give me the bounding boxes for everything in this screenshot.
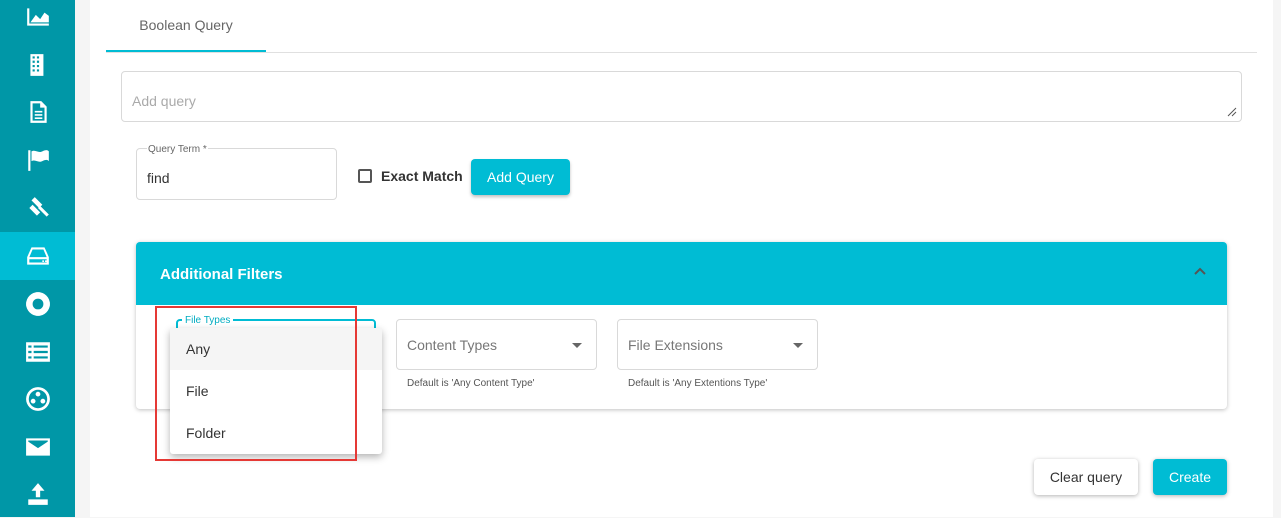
flag-icon — [27, 150, 49, 171]
sidebar-item-legal[interactable] — [0, 184, 75, 232]
sidebar-item-dashboard[interactable] — [0, 0, 75, 41]
sidebar-item-documents[interactable] — [0, 88, 75, 136]
additional-filters-title: Additional Filters — [160, 266, 283, 283]
sidebar-item-storage[interactable] — [0, 232, 75, 280]
exact-match-label[interactable]: Exact Match — [381, 168, 463, 184]
lifebuoy-icon — [25, 292, 50, 316]
upload-icon — [27, 483, 48, 505]
chevron-up-icon[interactable] — [1193, 264, 1207, 278]
file-extensions-helper: Default is 'Any Extentions Type' — [628, 378, 768, 389]
gavel-icon — [28, 197, 49, 217]
sidebar — [0, 0, 75, 517]
sidebar-item-flags[interactable] — [0, 136, 75, 184]
caret-down-icon — [793, 343, 803, 348]
mail-icon — [25, 438, 50, 456]
sidebar-item-organizations[interactable] — [0, 41, 75, 89]
create-button[interactable]: Create — [1153, 459, 1227, 495]
highlight-box — [155, 306, 357, 461]
exact-match-checkbox[interactable] — [358, 169, 372, 183]
network-icon — [25, 387, 50, 411]
additional-filters-header[interactable]: Additional Filters — [136, 242, 1227, 305]
caret-down-icon — [572, 343, 582, 348]
resize-grip-icon[interactable] — [1227, 107, 1237, 117]
query-textarea[interactable]: Add query — [121, 71, 1242, 122]
query-placeholder: Add query — [132, 93, 196, 109]
query-term-value[interactable]: find — [147, 170, 170, 186]
file-extensions-placeholder: File Extensions — [628, 337, 723, 353]
sidebar-item-support[interactable] — [0, 280, 75, 328]
area-chart-icon — [26, 8, 49, 26]
query-term-label: Query Term * — [147, 144, 208, 155]
list-view-icon — [25, 342, 50, 362]
content-types-placeholder: Content Types — [407, 337, 498, 353]
tab-divider — [106, 52, 1257, 53]
sidebar-item-upload[interactable] — [0, 470, 75, 518]
sidebar-item-mail[interactable] — [0, 423, 75, 471]
content-types-helper: Default is 'Any Content Type' — [407, 378, 535, 389]
add-query-button[interactable]: Add Query — [471, 159, 570, 195]
query-term-field[interactable]: Query Term * find — [136, 144, 337, 200]
file-extensions-select[interactable]: File Extensions — [617, 319, 818, 370]
clear-query-button[interactable]: Clear query — [1034, 459, 1138, 495]
document-icon — [29, 101, 47, 123]
sidebar-item-network[interactable] — [0, 375, 75, 423]
storage-drive-icon — [26, 247, 49, 265]
sidebar-item-list[interactable] — [0, 328, 75, 376]
building-icon — [29, 54, 43, 76]
tab-boolean-query[interactable]: Boolean Query — [106, 0, 266, 52]
content-types-select[interactable]: Content Types — [396, 319, 597, 370]
